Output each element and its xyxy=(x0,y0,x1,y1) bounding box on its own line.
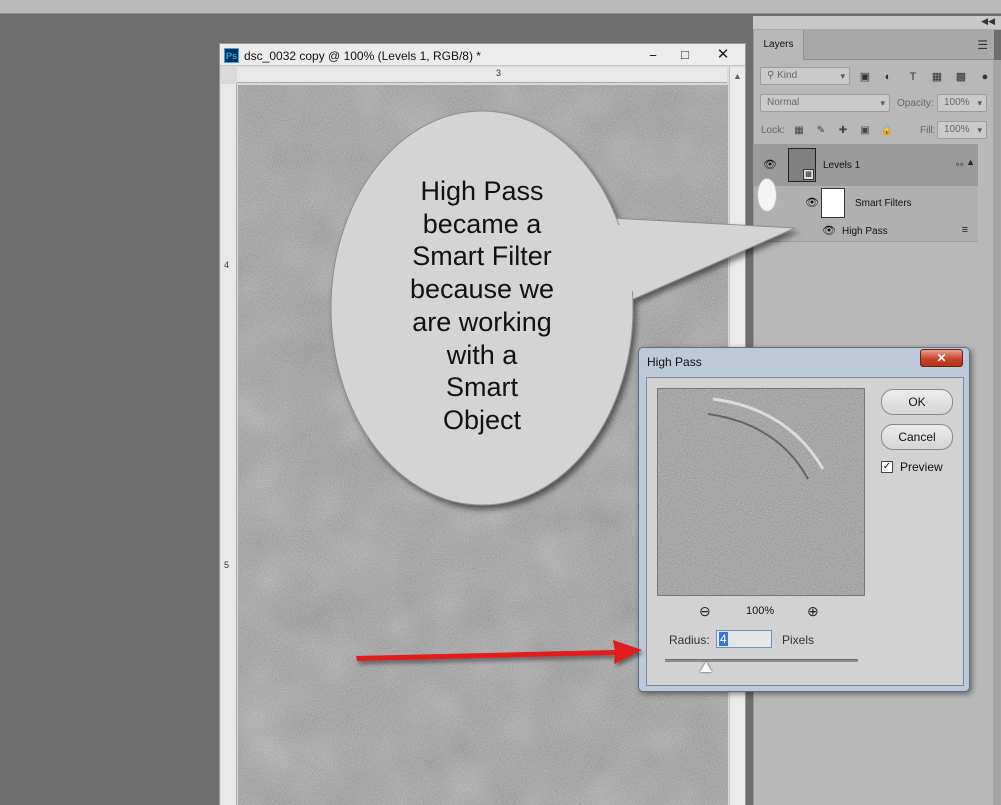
app-top-bar xyxy=(0,0,1001,14)
panel-collapse-bar[interactable]: ◀◀ xyxy=(753,16,1001,30)
radius-value: 4 xyxy=(719,632,728,646)
document-titlebar[interactable]: Ps dsc_0032 copy @ 100% (Levels 1, RGB/8… xyxy=(220,44,745,66)
chevron-down-icon: ▾ xyxy=(977,125,982,135)
adjustment-layer-filter-icon[interactable]: ◐ xyxy=(881,70,895,84)
close-icon[interactable]: ✕ xyxy=(920,349,963,367)
layers-tab-row: Layers ☰ xyxy=(754,30,994,60)
radius-slider-thumb[interactable] xyxy=(699,662,712,672)
high-pass-dialog: High Pass ✕ OK Cancel ✓ Preview ⊖ 100% ⊕… xyxy=(638,347,970,692)
chevron-down-icon: ▾ xyxy=(840,71,845,81)
filter-toggle-icon[interactable]: ● xyxy=(978,70,992,84)
cancel-button[interactable]: Cancel xyxy=(881,424,953,450)
ruler-label: 4 xyxy=(224,260,230,270)
filter-name[interactable]: High Pass xyxy=(842,226,888,237)
layer-filter-kind[interactable]: ⚲ Kind ▾ xyxy=(760,67,850,85)
filter-blending-options-icon[interactable]: ≡ xyxy=(962,224,968,236)
opacity-label: Opacity: xyxy=(897,98,934,109)
ruler-label: 5 xyxy=(224,560,230,570)
dialog-title: High Pass xyxy=(647,355,702,369)
shape-layer-filter-icon[interactable]: ▦ xyxy=(930,70,944,84)
chevron-up-icon[interactable]: ▲ xyxy=(966,157,975,167)
close-icon[interactable]: ✕ xyxy=(708,44,738,65)
horizontal-ruler: 3 xyxy=(237,67,727,83)
document-title: dsc_0032 copy @ 100% (Levels 1, RGB/8) * xyxy=(244,49,481,63)
preview-texture xyxy=(658,389,864,595)
chevron-down-icon: ▾ xyxy=(977,98,982,108)
units-label: Pixels xyxy=(782,633,815,647)
fill-label: Fill: xyxy=(920,125,936,136)
panel-menu-icon[interactable]: ☰ xyxy=(977,38,988,52)
annotation-arrow xyxy=(356,640,642,664)
filter-kind-text: Kind xyxy=(777,70,798,81)
opacity-field[interactable]: 100% ▾ xyxy=(937,94,987,112)
fill-value: 100% xyxy=(944,124,970,135)
zoom-out-icon[interactable]: ⊖ xyxy=(699,603,711,620)
search-icon: ⚲ xyxy=(767,70,778,81)
smart-filter-indicator-icon[interactable]: ◦◦ xyxy=(955,157,964,171)
fill-field[interactable]: 100% ▾ xyxy=(937,121,987,139)
callout-text: High Pass became a Smart Filter because … xyxy=(409,176,555,435)
ok-button[interactable]: OK xyxy=(881,389,953,415)
smart-filters-label: Smart Filters xyxy=(855,198,912,209)
scroll-up-icon[interactable]: ▲ xyxy=(733,71,742,81)
chevron-down-icon: ▾ xyxy=(880,98,885,108)
zoom-level: 100% xyxy=(746,605,775,617)
dialog-body: OK Cancel ✓ Preview ⊖ 100% ⊕ Radius: 4 P… xyxy=(646,377,964,686)
filter-preview[interactable] xyxy=(657,388,865,596)
smart-object-filter-icon[interactable]: ▩ xyxy=(954,70,968,84)
preview-label: Preview xyxy=(900,460,943,474)
zoom-in-icon[interactable]: ⊕ xyxy=(807,603,819,620)
radius-label: Radius: xyxy=(669,633,710,647)
collapse-panels-icon[interactable]: ◀◀ xyxy=(981,16,995,27)
photoshop-app-icon: Ps xyxy=(224,48,239,63)
ruler-label: 3 xyxy=(496,68,502,78)
lock-artboard-icon[interactable]: ▣ xyxy=(858,124,872,138)
type-layer-filter-icon[interactable]: T xyxy=(906,70,920,84)
maximize-icon[interactable]: □ xyxy=(670,44,700,65)
preview-checkbox[interactable]: ✓ xyxy=(881,461,893,473)
tab-layers[interactable]: Layers xyxy=(754,30,804,60)
radius-input[interactable]: 4 xyxy=(716,630,772,648)
radius-slider-track[interactable] xyxy=(665,659,858,662)
minimize-icon[interactable]: ⎯ xyxy=(638,44,668,65)
vertical-ruler: 4 5 xyxy=(221,84,237,805)
panel-scrollbar[interactable] xyxy=(993,60,1001,805)
pixel-layer-filter-icon[interactable]: ▣ xyxy=(858,70,872,84)
lock-all-icon[interactable]: 🔒 xyxy=(880,124,894,138)
opacity-value: 100% xyxy=(944,97,970,108)
